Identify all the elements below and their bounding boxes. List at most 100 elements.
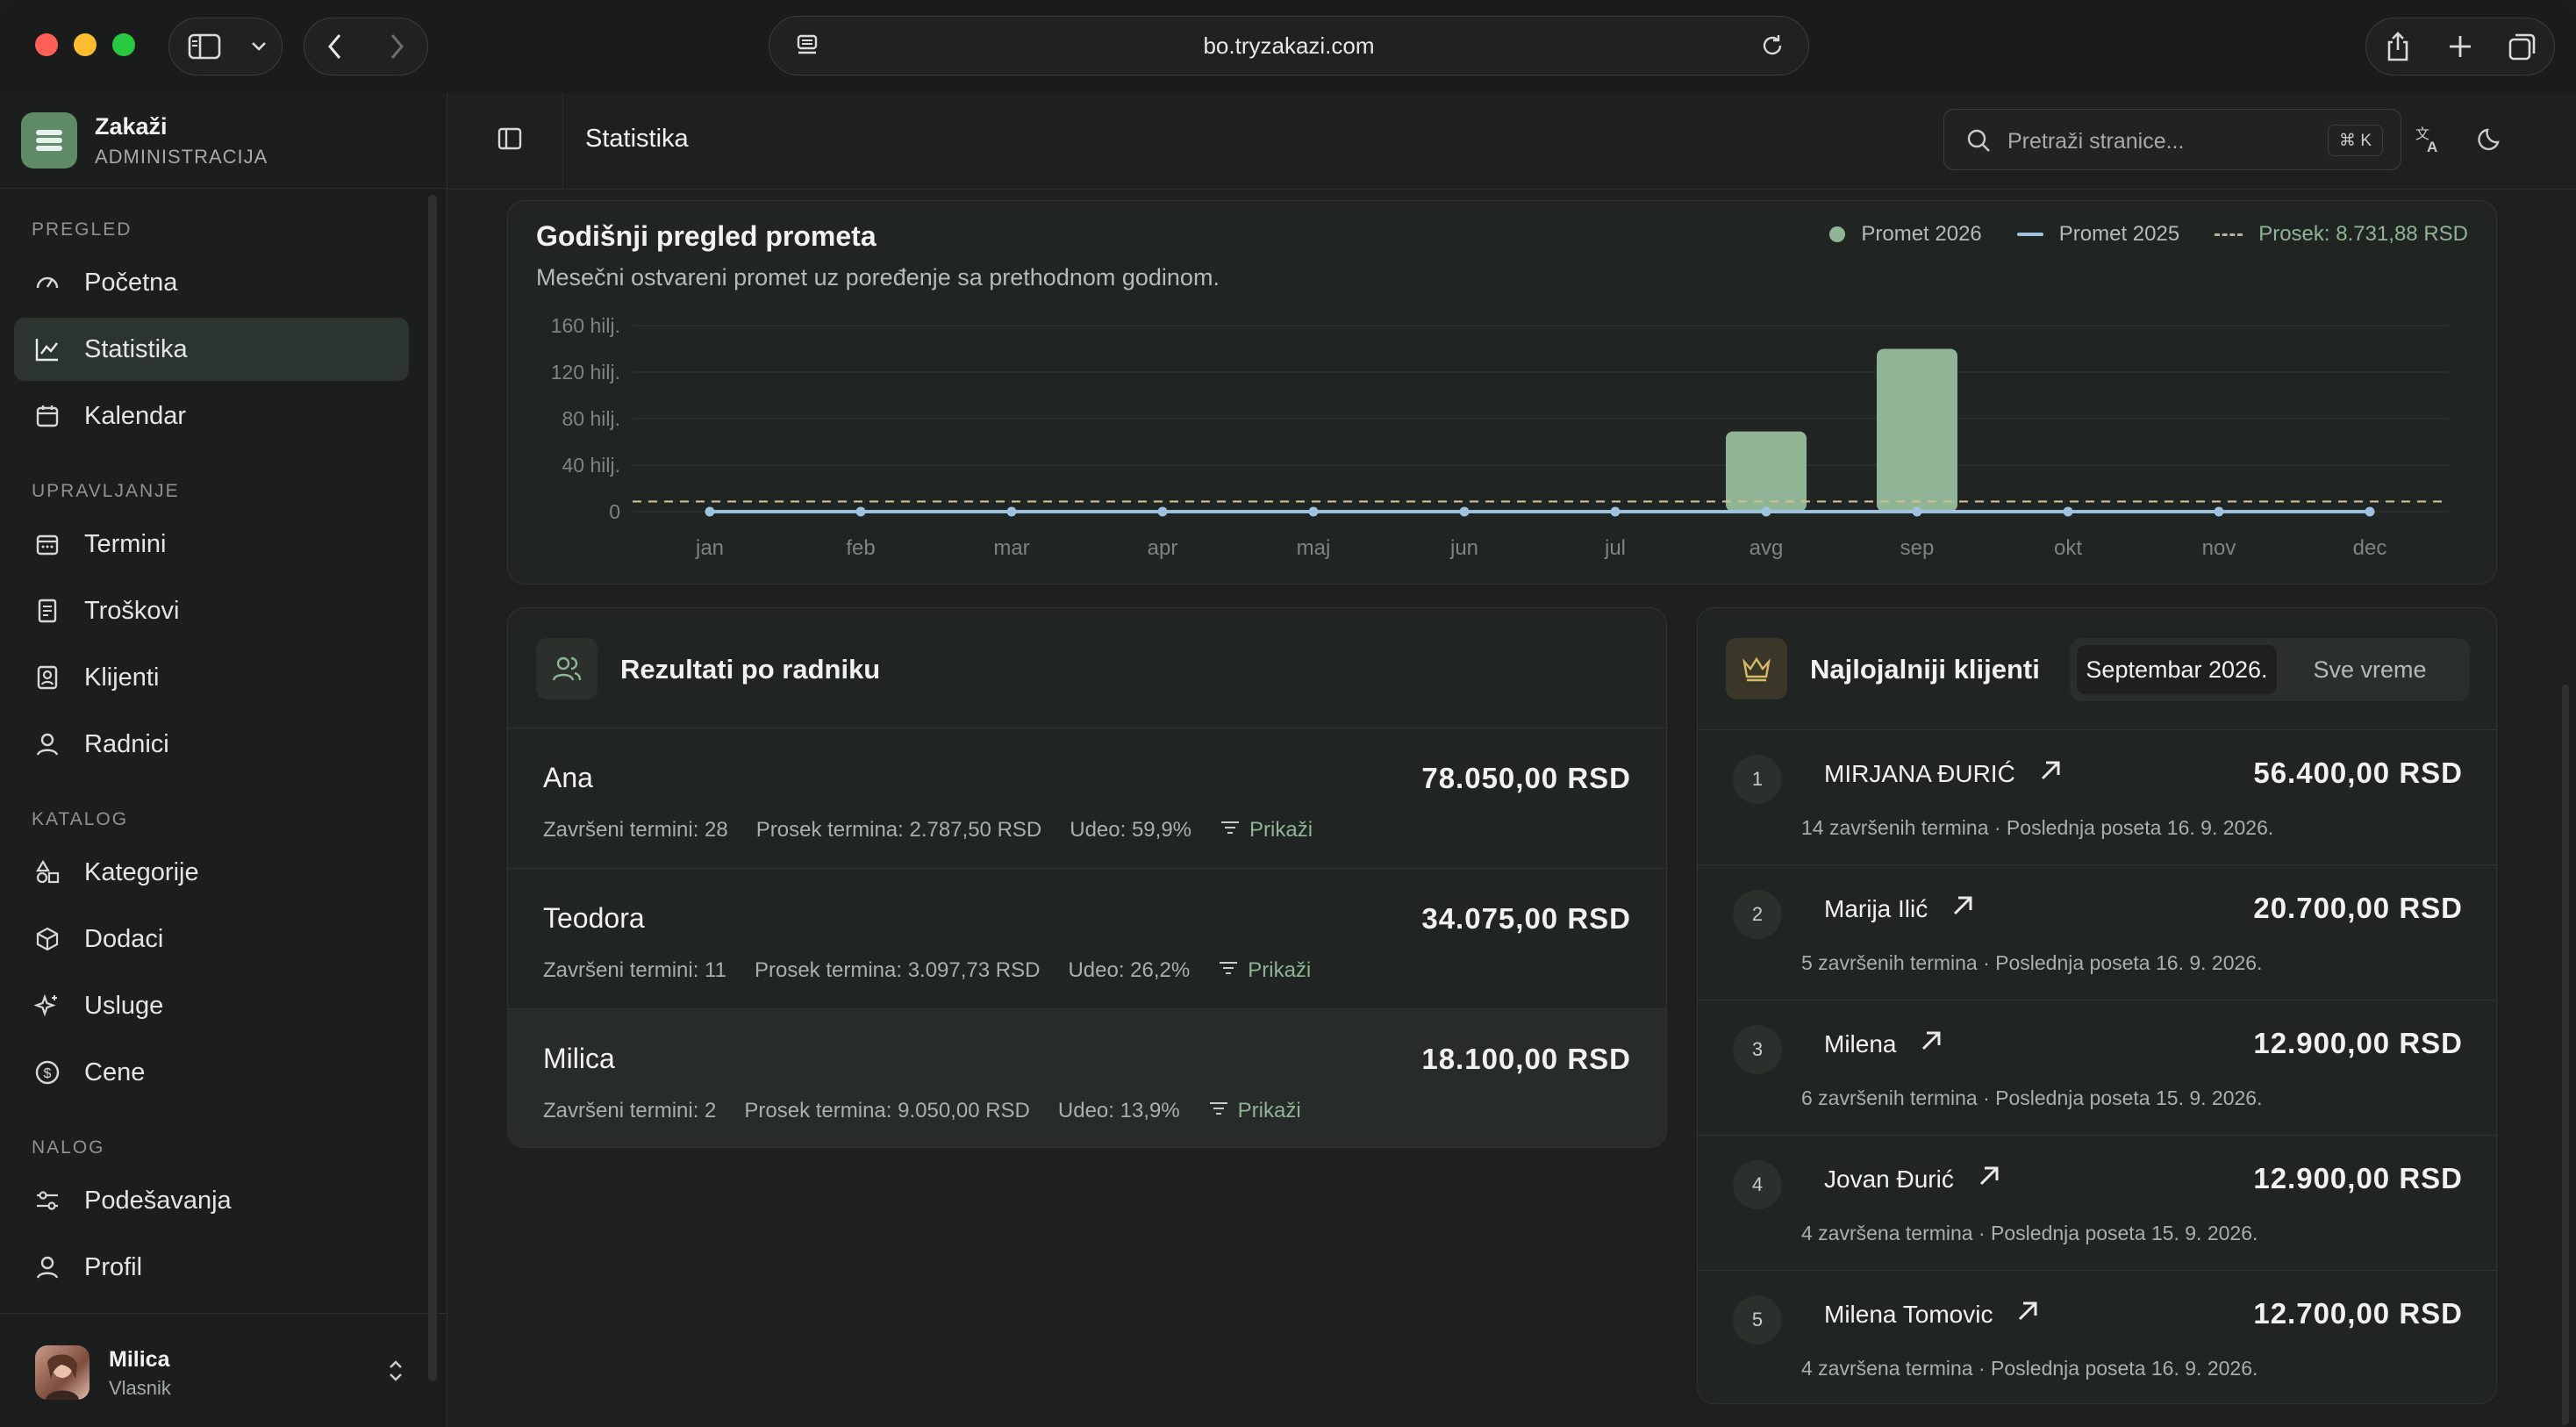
brand[interactable]: Zakaži ADMINISTRACIJA bbox=[21, 112, 268, 169]
client-row: 1 MIRJANA ĐURIĆ 56.400,00 RSD 14 završenih … bbox=[1698, 729, 2496, 864]
point-avg bbox=[1761, 506, 1771, 517]
sidebar-item-pocetna[interactable]: Početna bbox=[14, 251, 409, 314]
sidebar-item-cene[interactable]: $ Cene bbox=[14, 1041, 409, 1104]
worker-done: Završeni termini: 11 bbox=[543, 958, 726, 982]
user-name: Milica bbox=[109, 1347, 170, 1372]
show-button[interactable]: Prikaži bbox=[1208, 1099, 1329, 1123]
sidebar-item-termini[interactable]: Termini bbox=[14, 513, 409, 576]
close-window-button[interactable] bbox=[35, 33, 58, 56]
back-arrow-icon[interactable] bbox=[304, 18, 366, 75]
sidebar-item-usluge[interactable]: Usluge bbox=[14, 974, 409, 1037]
sidebar-item-label: Početna bbox=[84, 268, 178, 297]
translate-icon[interactable]: 文A bbox=[2414, 125, 2444, 159]
minimize-window-button[interactable] bbox=[74, 33, 97, 56]
point-nov bbox=[2214, 506, 2224, 517]
arrow-up-right-icon bbox=[2038, 758, 2063, 789]
client-rank: 5 bbox=[1733, 1295, 1782, 1345]
calendar-days-icon bbox=[33, 530, 61, 558]
client-meta: 14 završenih termina · Poslednja poseta … bbox=[1801, 816, 2274, 839]
worker-done: Završeni termini: 28 bbox=[543, 818, 728, 842]
header-divider bbox=[562, 93, 563, 190]
client-rank: 3 bbox=[1733, 1025, 1782, 1074]
sidebar-item-kalendar[interactable]: Kalendar bbox=[14, 384, 409, 448]
package-icon bbox=[33, 925, 61, 953]
panel-left-icon[interactable] bbox=[497, 126, 522, 155]
y-tick-label: 120 hilj. bbox=[551, 361, 620, 384]
show-button[interactable]: Prikaži bbox=[1220, 818, 1341, 843]
main-scrollbar[interactable] bbox=[2562, 685, 2569, 1427]
client-link[interactable]: Milena Tomovic bbox=[1824, 1299, 2040, 1330]
x-tick-label: dec bbox=[2353, 536, 2387, 560]
tab-septembar[interactable]: Septembar 2026. bbox=[2077, 645, 2277, 694]
worker-done: Završeni termini: 2 bbox=[543, 1099, 717, 1122]
sliders-icon bbox=[33, 1187, 61, 1215]
sidebar-item-dodaci[interactable]: Dodaci bbox=[14, 907, 409, 971]
address-bar[interactable]: bo.tryzakazi.com bbox=[769, 16, 1809, 75]
moon-icon[interactable] bbox=[2477, 125, 2505, 157]
sidebar-item-kategorije[interactable]: Kategorije bbox=[14, 841, 409, 904]
search-input[interactable]: Pretraži stranice... ⌘ K bbox=[1943, 109, 2401, 170]
calendar-icon bbox=[33, 402, 61, 430]
client-meta: 4 završena termina · Poslednja poseta 16… bbox=[1801, 1357, 2258, 1380]
show-label: Prikaži bbox=[1249, 818, 1313, 842]
bar-avg bbox=[1726, 431, 1807, 512]
avatar bbox=[35, 1345, 89, 1400]
client-link[interactable]: Jovan Đurić bbox=[1824, 1164, 2001, 1194]
user-menu[interactable]: Milica Vlasnik bbox=[0, 1313, 447, 1427]
y-tick-label: 80 hilj. bbox=[562, 407, 620, 430]
point-jul bbox=[1610, 506, 1621, 517]
worker-meta: Završeni termini: 28 Prosek termina: 2.78… bbox=[543, 818, 1369, 843]
search-placeholder: Pretraži stranice... bbox=[2007, 129, 2185, 154]
contact-card-icon bbox=[33, 663, 61, 692]
sidebar-item-troskovi[interactable]: Troškovi bbox=[14, 579, 409, 642]
show-button[interactable]: Prikaži bbox=[1218, 958, 1339, 983]
sidebar-item-statistika[interactable]: Statistika bbox=[14, 318, 409, 381]
chevron-down-icon[interactable] bbox=[240, 18, 278, 75]
workers-title: Rezultati po radniku bbox=[620, 654, 881, 685]
browser-sidebar-icon[interactable] bbox=[169, 18, 240, 75]
point-sep bbox=[1912, 506, 1922, 517]
crown-icon bbox=[1726, 638, 1787, 699]
brand-name: Zakaži bbox=[95, 112, 168, 140]
worker-meta: Završeni termini: 11 Prosek termina: 3.09… bbox=[543, 958, 1367, 983]
main-header: Statistika Pretraži stranice... ⌘ K 文A bbox=[448, 93, 2576, 190]
client-link[interactable]: MIRJANA ĐURIĆ bbox=[1824, 758, 2063, 789]
client-amount: 12.700,00 RSD bbox=[2253, 1297, 2463, 1330]
sidebar-item-podesavanja[interactable]: Podešavanja bbox=[14, 1169, 409, 1232]
client-link[interactable]: Marija Ilić bbox=[1824, 893, 1975, 924]
worker-name: Ana bbox=[543, 762, 593, 793]
sidebar-item-profil[interactable]: Profil bbox=[14, 1236, 409, 1299]
share-icon[interactable] bbox=[2369, 18, 2427, 75]
zoom-window-button[interactable] bbox=[112, 33, 135, 56]
worker-row: Ana 78.050,00 RSD Završeni termini: 28 Pros… bbox=[508, 728, 1666, 868]
receipt-icon bbox=[33, 597, 61, 625]
sidebar-divider bbox=[0, 188, 447, 189]
period-toggle: Septembar 2026. Sve vreme bbox=[2070, 638, 2470, 701]
client-link[interactable]: Milena bbox=[1824, 1029, 1943, 1059]
section-label-pregled: PREGLED bbox=[32, 219, 132, 240]
forward-arrow-icon[interactable] bbox=[366, 18, 427, 75]
new-tab-icon[interactable] bbox=[2431, 18, 2489, 75]
search-shortcut: ⌘ K bbox=[2328, 125, 2383, 156]
sidebar-item-radnici[interactable]: Radnici bbox=[14, 713, 409, 776]
client-rank: 1 bbox=[1733, 755, 1782, 804]
page-settings-icon[interactable] bbox=[794, 32, 820, 65]
tab-sve-vreme[interactable]: Sve vreme bbox=[2277, 645, 2463, 694]
section-label-upravljanje: UPRAVLJANJE bbox=[32, 481, 180, 501]
filter-icon bbox=[1208, 1099, 1229, 1123]
sidebar-item-label: Podešavanja bbox=[84, 1186, 232, 1215]
client-row: 5 Milena Tomovic 12.700,00 RSD 4 završena t… bbox=[1698, 1270, 2496, 1403]
worker-share: Udeo: 59,9% bbox=[1070, 818, 1192, 842]
sidebar-item-klijenti[interactable]: Klijenti bbox=[14, 646, 409, 709]
point-dec bbox=[2365, 506, 2375, 517]
show-label: Prikaži bbox=[1248, 958, 1312, 982]
browser-toolbar: bo.tryzakazi.com bbox=[0, 0, 2576, 93]
client-meta: 4 završena termina · Poslednja poseta 15… bbox=[1801, 1222, 2258, 1244]
sidebar-scrollbar[interactable] bbox=[428, 195, 437, 1381]
worker-amount: 18.100,00 RSD bbox=[1421, 1043, 1631, 1075]
tab-overview-icon[interactable] bbox=[2494, 18, 2551, 75]
arrow-up-right-icon bbox=[2015, 1299, 2040, 1330]
client-meta: 6 završenih termina · Poslednja poseta 1… bbox=[1801, 1086, 2263, 1109]
reload-icon[interactable] bbox=[1759, 32, 1785, 65]
revenue-chart-card: Godišnji pregled prometa Mesečni ostvare… bbox=[507, 200, 2497, 584]
